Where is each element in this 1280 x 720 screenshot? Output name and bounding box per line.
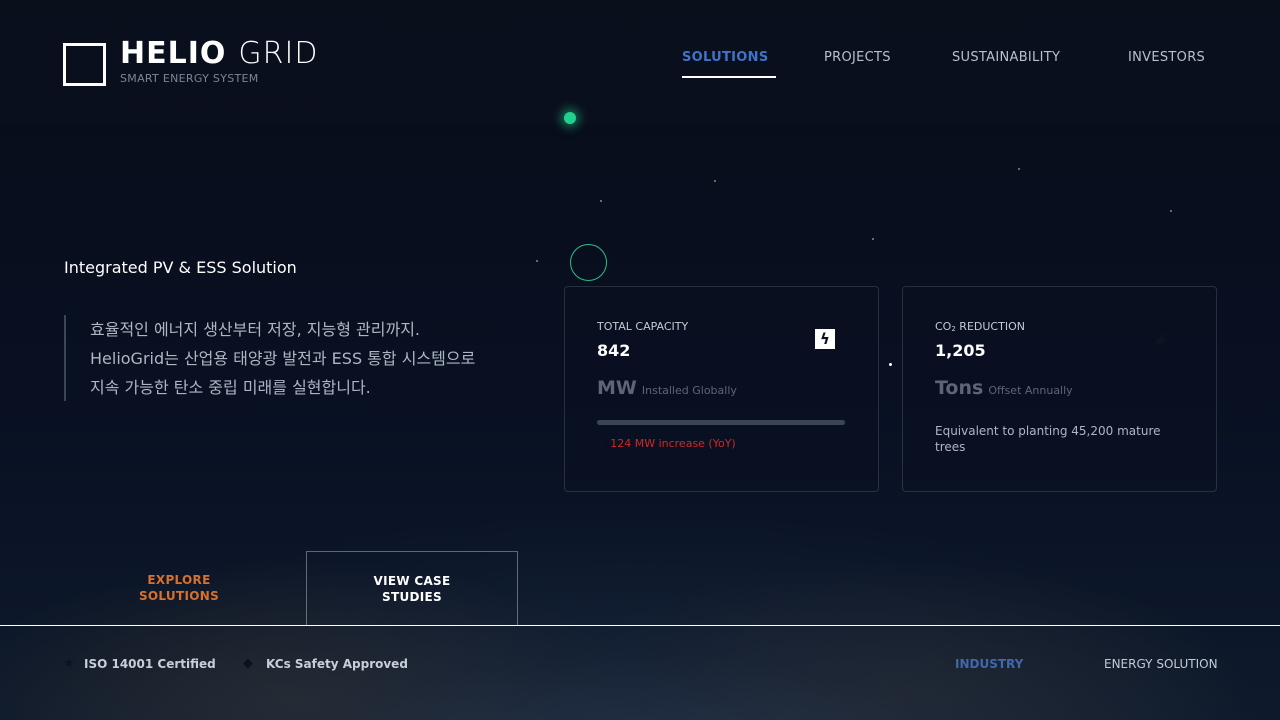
capacity-unit: MW — [597, 377, 637, 399]
capacity-progress-bar — [597, 420, 845, 425]
view-case-studies-button[interactable]: VIEW CASE STUDIES — [306, 551, 518, 625]
explore-solutions-button[interactable]: EXPLORE SOLUTIONS — [64, 551, 294, 625]
footer-divider — [0, 625, 1280, 626]
logo-tagline: SMART ENERGY SYSTEM — [120, 72, 259, 85]
logo-mark[interactable] — [63, 43, 106, 86]
hero-line: 지속 가능한 탄소 중립 미래를 실현합니다. — [90, 378, 371, 397]
star-dot — [1170, 210, 1172, 212]
kcs-badge: KCs Safety Approved — [266, 657, 408, 671]
footer-link-energy-solution[interactable]: ENERGY SOLUTION — [1104, 657, 1218, 671]
logo-tagline-secondary: SMART ENERGY MANAGEMENT — [120, 92, 316, 105]
iso-badge: ISO 14001 Certified — [84, 657, 216, 671]
nav-projects[interactable]: PROJECTS — [824, 50, 891, 65]
decor-ring — [570, 244, 607, 281]
capacity-unit-row: MW Installed Globally — [597, 377, 737, 399]
star-dot — [714, 180, 716, 182]
hero-line: HelioGrid는 산업용 태양광 발전과 ESS 통합 시스템으로 — [90, 349, 476, 368]
capacity-progress-fill — [597, 420, 845, 425]
co2-unit-desc: Offset Annually — [988, 384, 1073, 397]
shield-icon: ◆ — [243, 656, 253, 671]
logo-wordmark[interactable]: HELIO GRID — [120, 36, 318, 72]
capacity-card: TOTAL CAPACITY ϟ 842 MW Installed Globall… — [564, 286, 879, 492]
co2-unit: Tons — [935, 377, 984, 399]
hero-title: Integrated PV & ESS Solution — [64, 258, 297, 277]
star-dot — [1018, 168, 1020, 170]
decor-dot — [889, 363, 892, 366]
co2-value: 1,205 — [935, 341, 986, 360]
arrow-up-icon: ↑ — [597, 437, 607, 450]
nav-solutions[interactable]: SOLUTIONS — [682, 50, 769, 65]
award-icon: ★ — [63, 656, 75, 671]
status-dot — [564, 112, 576, 124]
hero-description: 효율적인 에너지 생산부터 저장, 지능형 관리까지. HelioGrid는 산… — [90, 315, 530, 402]
nav-sustainability[interactable]: SUSTAINABILITY — [952, 50, 1060, 65]
capacity-value: 842 — [597, 341, 631, 360]
star-dot — [872, 238, 874, 240]
lightning-bolt-icon: ϟ — [815, 329, 835, 349]
co2-label-prefix: CO — [935, 320, 952, 333]
co2-card: CO2 REDUCTION ❦ 1,205 Tons Offset Annuall… — [902, 286, 1217, 492]
co2-label: CO2 REDUCTION — [935, 320, 1025, 333]
capacity-label: TOTAL CAPACITY — [597, 320, 689, 333]
hero-accent-bar — [64, 315, 66, 401]
view-case-studies-label: VIEW CASE STUDIES — [373, 573, 451, 604]
nav-investors[interactable]: INVESTORS — [1128, 50, 1205, 65]
logo-name-bold: HELIO — [120, 36, 227, 71]
co2-equivalent: Equivalent to planting 45,200 mature tre… — [935, 424, 1161, 454]
hero-line: 효율적인 에너지 생산부터 저장, 지능형 관리까지. — [90, 320, 421, 339]
footer-link-industry[interactable]: INDUSTRY — [955, 657, 1023, 671]
capacity-unit-desc: Installed Globally — [641, 384, 737, 397]
leaf-icon: ❦ — [1153, 330, 1169, 351]
co2-label-suffix: REDUCTION — [955, 320, 1025, 333]
star-dot — [600, 200, 602, 202]
co2-unit-row: Tons Offset Annually — [935, 377, 1073, 399]
star-dot — [536, 260, 538, 262]
capacity-increase: ↑ 124 MW increase (YoY) — [597, 437, 736, 450]
logo-name-light: GRID — [238, 36, 319, 71]
explore-solutions-label: EXPLORE SOLUTIONS — [138, 573, 220, 603]
capacity-increase-text: 124 MW increase (YoY) — [610, 437, 736, 450]
nav-active-indicator — [682, 76, 776, 78]
